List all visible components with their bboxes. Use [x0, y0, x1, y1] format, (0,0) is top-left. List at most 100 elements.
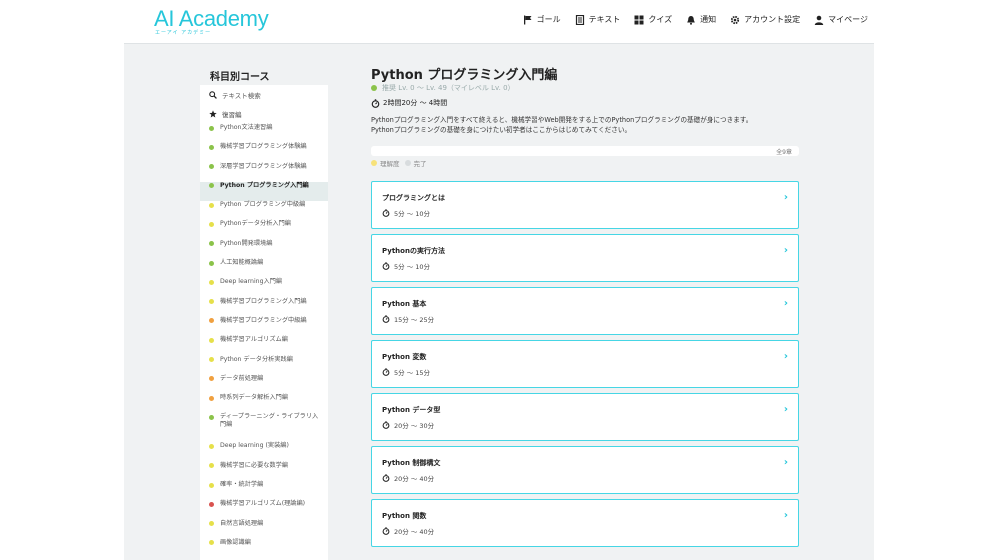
chapter-duration: 5分 〜 10分	[382, 261, 430, 271]
course-level-dot	[209, 357, 214, 363]
sidebar-course-item[interactable]: 機械学習に必要な数学編	[200, 462, 328, 481]
chapter-title: Python 変数	[382, 353, 427, 361]
nav-account-settings-label: アカウント設定	[744, 15, 801, 24]
course-level-dot	[209, 540, 214, 546]
chapter-duration: 5分 〜 10分	[382, 208, 430, 218]
stopwatch-icon	[382, 262, 390, 270]
sidebar-course-item[interactable]: 機械学習アルゴリズム編	[200, 336, 328, 355]
page-title: Python プログラミング入門編	[371, 68, 558, 83]
chapter-card[interactable]: Python 制御構文 20分 〜 40分 ›	[371, 446, 799, 494]
sidebar-course-label: 人工知能概論編	[220, 259, 264, 267]
chapter-duration-text: 5分 〜 15分	[394, 369, 431, 377]
sidebar-course-label: 画像認識編	[220, 538, 251, 546]
grid-icon	[634, 15, 644, 24]
nav-notifications-label: 通知	[700, 15, 717, 24]
course-level-dot	[209, 260, 214, 266]
course-duration: 2時間20分 〜 4時間	[371, 98, 447, 108]
sidebar-course-item[interactable]: 時系列データ解析入門編	[200, 394, 328, 413]
nav-notifications[interactable]: 通知	[686, 14, 716, 25]
sidebar-course-item[interactable]: Python プログラミング入門編	[200, 181, 328, 202]
sidebar-course-item[interactable]: Pythonデータ分析入門編	[200, 220, 328, 239]
text-search-label: テキスト検索	[222, 91, 261, 100]
sidebar-course-item[interactable]: 機械学習アルゴリズム(理論編)	[200, 500, 328, 519]
sidebar-course-label: 自然言語処理編	[220, 519, 264, 527]
chapter-card[interactable]: Pythonの実行方法 5分 〜 10分 ›	[371, 234, 799, 282]
stopwatch-icon	[382, 474, 390, 482]
course-level-dot	[209, 299, 214, 305]
gear-icon	[731, 15, 740, 24]
chapter-card[interactable]: プログラミングとは 5分 〜 10分 ›	[371, 181, 799, 229]
chapter-title: Python データ型	[382, 406, 441, 414]
sidebar-course-item[interactable]: Python開発環境編	[200, 240, 328, 259]
course-level-dot	[209, 183, 214, 189]
sidebar-course-item[interactable]: 自然言語処理編	[200, 520, 328, 539]
course-level-dot	[209, 395, 214, 401]
course-level-dot	[209, 241, 214, 247]
stopwatch-icon	[382, 315, 390, 323]
sidebar-course-label: Deep learning (実装編)	[220, 442, 289, 450]
sidebar-course-item[interactable]: Python文法速習編	[200, 124, 328, 143]
sidebar-course-item[interactable]: Deep learning入門編	[200, 278, 328, 297]
nav-quiz[interactable]: クイズ	[634, 14, 672, 25]
course-sidebar: テキスト検索 復習編 Python文法速習編機械学習プログラミング体験編深層学習…	[200, 85, 328, 560]
sidebar-course-item[interactable]: Deep learning (実装編)	[200, 442, 328, 461]
sidebar-course-label: 機械学習プログラミング体験編	[220, 143, 307, 151]
chevron-right-icon: ›	[783, 510, 788, 521]
sidebar-course-label: Python文法速習編	[220, 124, 273, 131]
chapter-duration-text: 5分 〜 10分	[394, 210, 431, 218]
top-nav: ゴール テキスト クイズ 通知 アカウント設定 マイページ	[523, 14, 868, 25]
sidebar-course-item[interactable]: Python データ分析実践編	[200, 356, 328, 375]
nav-account-settings[interactable]: アカウント設定	[730, 14, 800, 25]
text-search-link[interactable]: テキスト検索	[200, 85, 328, 104]
chapter-duration: 5分 〜 15分	[382, 367, 430, 377]
chapter-card[interactable]: Python 関数 20分 〜 40分 ›	[371, 499, 799, 547]
sidebar-course-item[interactable]: Python プログラミング中級編	[200, 201, 328, 220]
document-icon	[575, 14, 584, 25]
nav-mypage-label: マイページ	[828, 15, 868, 24]
course-level-dot	[209, 221, 214, 227]
sidebar-course-item[interactable]: 機械学習プログラミング中級編	[200, 317, 328, 336]
nav-text[interactable]: テキスト	[575, 14, 620, 25]
course-level-dot	[209, 521, 214, 527]
course-level-dot	[209, 414, 214, 420]
course-level-dot	[209, 279, 214, 285]
chapter-title: Python 制御構文	[382, 459, 441, 467]
chapter-card[interactable]: Python データ型 20分 〜 30分 ›	[371, 393, 799, 441]
level-dot	[371, 85, 377, 91]
stopwatch-icon	[382, 527, 390, 535]
sidebar-course-item[interactable]: 機械学習プログラミング体験編	[200, 143, 328, 162]
logo-subtitle: エーアイ アカデミー	[155, 30, 212, 36]
sidebar-course-item[interactable]: 深層学習プログラミング体験編	[200, 163, 328, 182]
star-icon	[209, 110, 217, 118]
chevron-right-icon: ›	[783, 298, 788, 309]
course-duration-text: 2時間20分 〜 4時間	[383, 99, 448, 107]
course-description-line-2: Pythonプログラミングの基礎を身につけたい初学者はここからはじめてみてくださ…	[371, 126, 632, 134]
chevron-right-icon: ›	[783, 192, 788, 203]
chapter-title: Python 基本	[382, 300, 427, 308]
chapter-card[interactable]: Python 変数 5分 〜 15分 ›	[371, 340, 799, 388]
review-link[interactable]: 復習編	[200, 104, 328, 124]
chapter-duration-text: 5分 〜 10分	[394, 263, 431, 271]
chevron-right-icon: ›	[783, 457, 788, 468]
chapter-duration-text: 20分 〜 30分	[394, 422, 435, 430]
sidebar-course-item[interactable]: データ前処理編	[200, 375, 328, 394]
search-icon	[209, 90, 217, 99]
progress-legend: 理解度 完了	[371, 158, 427, 168]
sidebar-course-item[interactable]: ディープラーニング・ライブラリ入門編	[200, 413, 328, 442]
sidebar-course-item[interactable]: 機械学習プログラミング入門編	[200, 298, 328, 317]
sidebar-title: 科目別コース	[210, 72, 270, 83]
sidebar-course-label: Deep learning入門編	[220, 278, 283, 286]
sidebar-course-label: 時系列データ解析入門編	[220, 394, 289, 402]
sidebar-course-item[interactable]: 確率・統計学編	[200, 481, 328, 500]
course-level-dot	[209, 318, 214, 324]
nav-goal[interactable]: ゴール	[523, 14, 561, 25]
user-icon	[814, 15, 824, 25]
chapter-title: プログラミングとは	[382, 194, 445, 202]
nav-mypage[interactable]: マイページ	[814, 14, 868, 25]
progress-bar: 全9章	[371, 146, 799, 156]
sidebar-course-item[interactable]: 画像認識編	[200, 539, 328, 558]
understood-label: 理解度	[380, 160, 400, 168]
sidebar-course-item[interactable]: 人工知能概論編	[200, 259, 328, 278]
sidebar-course-label: 機械学習アルゴリズム(理論編)	[220, 500, 306, 508]
chapter-card[interactable]: Python 基本 15分 〜 25分 ›	[371, 287, 799, 335]
